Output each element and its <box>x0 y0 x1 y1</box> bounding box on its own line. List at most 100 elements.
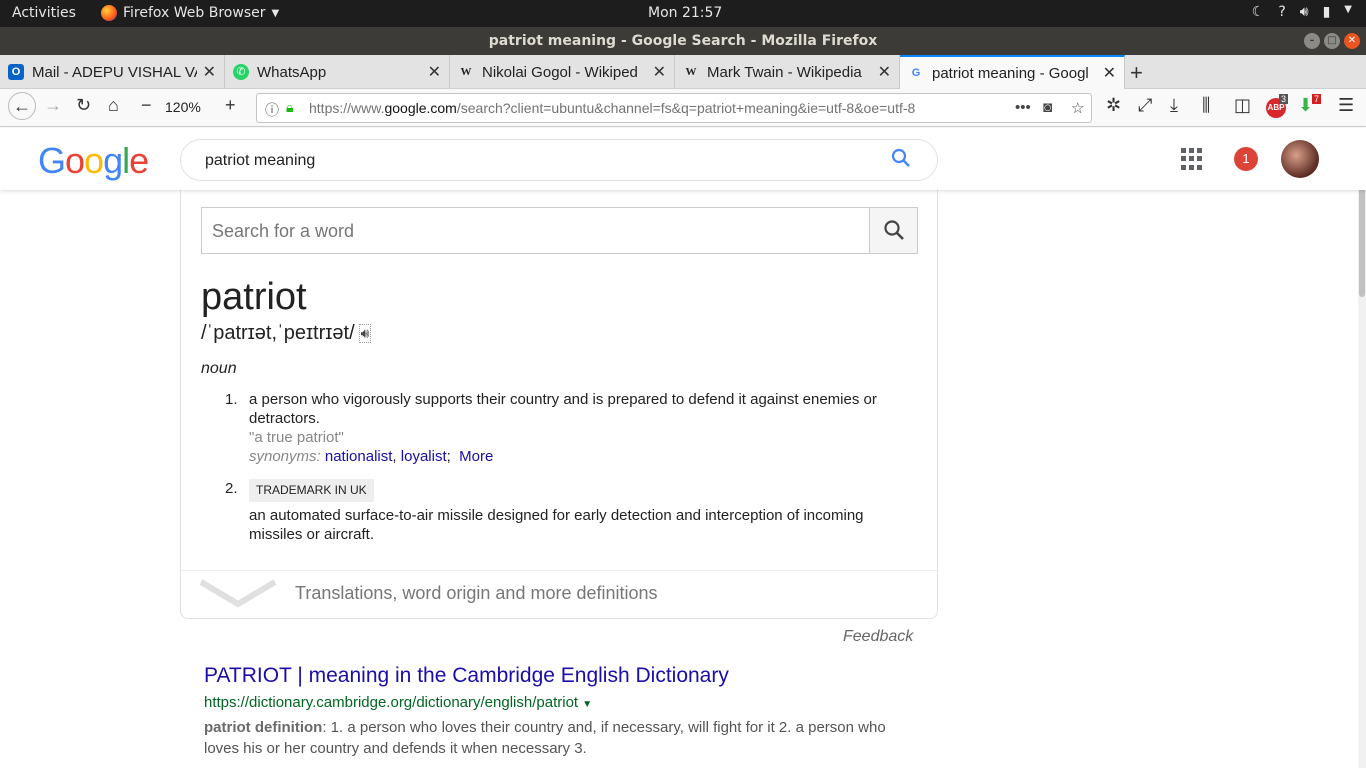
synonym-link[interactable]: loyalist <box>401 448 447 465</box>
close-icon[interactable]: ✕ <box>203 62 216 82</box>
tab-whatsapp[interactable]: ✆ WhatsApp ✕ <box>225 55 450 89</box>
close-icon[interactable]: ✕ <box>1103 63 1116 83</box>
chevron-down-icon <box>199 579 277 608</box>
headword: patriot <box>201 276 307 318</box>
bookmark-star-icon[interactable]: ☆ <box>1071 99 1084 117</box>
tab-label: WhatsApp <box>257 63 327 81</box>
definition-text: an automated surface-to-air missile desi… <box>249 507 864 543</box>
pocket-icon[interactable]: ◙ <box>1043 99 1052 116</box>
synonyms: synonyms: nationalist, loyalist; More <box>249 448 494 465</box>
night-light-icon: ☾ <box>1251 4 1265 20</box>
wikipedia-icon: W <box>460 66 472 78</box>
fullscreen-icon[interactable]: ⤢ <box>1138 95 1152 116</box>
feedback-link[interactable]: Feedback <box>843 628 913 646</box>
activities-button[interactable]: Activities <box>12 5 76 21</box>
more-synonyms-link[interactable]: More <box>459 448 493 465</box>
tab-gogol[interactable]: W Nikolai Gogol - Wikiped ✕ <box>450 55 675 89</box>
page-scrollbar[interactable] <box>1358 175 1366 768</box>
notification-badge[interactable]: 1 <box>1234 147 1258 171</box>
word-search-box[interactable]: Search for a word <box>201 207 918 254</box>
phonetic-text: /ˈpatrɪət,ˈpeɪtrɪət/ <box>201 322 355 344</box>
back-button[interactable]: ← <box>8 92 36 120</box>
more-definitions-toggle[interactable]: Translations, word origin and more defin… <box>199 578 658 608</box>
chevron-down-icon: ▼ <box>271 7 280 19</box>
tab-label: Mail - ADEPU VISHAL VA <box>32 63 197 81</box>
google-icon: G <box>911 67 921 79</box>
help-icon: ? <box>1278 4 1286 20</box>
app-menu[interactable]: Firefox Web Browser ▼ <box>101 5 279 21</box>
zoom-in-button[interactable]: + <box>225 95 236 116</box>
word-search-input[interactable]: Search for a word <box>212 221 354 242</box>
home-button[interactable]: ⌂ <box>108 95 119 116</box>
zoom-out-button[interactable]: − <box>141 95 152 116</box>
close-window-button[interactable]: ✕ <box>1344 33 1360 49</box>
close-icon[interactable]: ✕ <box>878 62 891 82</box>
clock[interactable]: Mon 21:57 <box>648 5 722 21</box>
sidebar-icon[interactable]: ◫ <box>1234 95 1251 116</box>
extension-gear-icon[interactable]: ✲ <box>1106 95 1121 116</box>
url-bar[interactable]: ⓘ 🔒︎ https://www.google.com/search?clien… <box>256 93 1092 123</box>
tab-google-active[interactable]: G patriot meaning - Googl ✕ <box>900 55 1125 89</box>
definition-1: 1. a person who vigorously supports thei… <box>225 390 905 466</box>
new-tab-button[interactable]: + <box>1130 60 1143 86</box>
definition-2: 2. TRADEMARK IN UK an automated surface-… <box>225 479 905 544</box>
tab-label: Mark Twain - Wikipedia <box>707 63 862 81</box>
outlook-icon: O <box>8 64 24 80</box>
lock-icon[interactable]: 🔒︎ <box>286 99 293 116</box>
google-search-box[interactable]: patriot meaning <box>180 139 938 181</box>
library-icon[interactable]: ⫼ <box>1202 95 1210 116</box>
speaker-icon[interactable]: 🔊︎ <box>358 324 372 343</box>
avatar[interactable] <box>1281 140 1319 178</box>
tab-label: patriot meaning - Googl <box>932 64 1089 82</box>
app-name: Firefox Web Browser <box>123 5 266 21</box>
zoom-level[interactable]: 120% <box>165 99 201 115</box>
definition-number: 2. <box>225 480 238 497</box>
battery-icon: ▮ <box>1322 4 1331 20</box>
google-header: Google patriot meaning 1 <box>0 128 1366 190</box>
whatsapp-icon: ✆ <box>233 64 249 80</box>
download-badge: 7 <box>1312 94 1322 104</box>
dictionary-card: Search for a word patriot /ˈpatrɪət,ˈpeɪ… <box>180 175 938 619</box>
adblock-badge: 3 <box>1279 94 1289 104</box>
url-text[interactable]: https://www.google.com/search?client=ubu… <box>309 100 915 116</box>
definition-number: 1. <box>225 391 238 408</box>
firefox-icon <box>101 5 117 21</box>
navigation-bar: ← → ↻ ⌂ − 120% + ⓘ 🔒︎ https://www.google… <box>0 89 1366 127</box>
download-helper-icon[interactable]: ⬇ <box>1298 95 1313 116</box>
system-top-bar: Activities Firefox Web Browser ▼ Mon 21:… <box>0 0 1366 27</box>
page-actions-icon[interactable]: ••• <box>1015 99 1031 116</box>
google-logo[interactable]: Google <box>38 140 149 182</box>
volume-icon: 🔊︎ <box>1299 4 1309 20</box>
scrollbar-thumb[interactable] <box>1359 175 1365 297</box>
result-snippet: patriot definition: 1. a person who love… <box>204 719 886 757</box>
synonym-link[interactable]: nationalist <box>325 448 393 465</box>
info-icon[interactable]: ⓘ <box>265 100 279 120</box>
part-of-speech: noun <box>201 360 237 377</box>
more-definitions-text: Translations, word origin and more defin… <box>295 582 658 603</box>
search-icon[interactable] <box>891 148 911 174</box>
maximize-button[interactable]: □ <box>1324 33 1340 49</box>
tab-bar: O Mail - ADEPU VISHAL VA ✕ ✆ WhatsApp ✕ … <box>0 55 1366 89</box>
tab-twain[interactable]: W Mark Twain - Wikipedia ✕ <box>675 55 900 89</box>
result-url[interactable]: https://dictionary.cambridge.org/diction… <box>204 694 924 711</box>
window-title: patriot meaning - Google Search - Mozill… <box>488 33 878 49</box>
forward-button[interactable]: → <box>44 95 62 116</box>
result-title-link[interactable]: PATRIOT | meaning in the Cambridge Engli… <box>204 664 924 688</box>
apps-grid-icon[interactable] <box>1181 148 1203 170</box>
menu-icon[interactable]: ☰ <box>1338 95 1354 116</box>
word-search-button[interactable] <box>869 208 917 253</box>
synonyms-label: synonyms: <box>249 448 321 465</box>
reload-button[interactable]: ↻ <box>76 95 91 116</box>
divider <box>181 570 937 571</box>
close-icon[interactable]: ✕ <box>653 62 666 82</box>
window-title-bar: patriot meaning - Google Search - Mozill… <box>0 27 1366 55</box>
example-text: "a true patriot" <box>249 429 344 446</box>
close-icon[interactable]: ✕ <box>428 62 441 82</box>
minimize-button[interactable]: – <box>1304 33 1320 49</box>
search-input[interactable]: patriot meaning <box>205 152 315 170</box>
system-tray[interactable]: ☾ ? 🔊︎ ▮ ▼ <box>1252 4 1352 20</box>
tab-mail[interactable]: O Mail - ADEPU VISHAL VA ✕ <box>0 55 225 89</box>
search-result: PATRIOT | meaning in the Cambridge Engli… <box>204 664 924 759</box>
dropdown-arrow-icon[interactable]: ▼ <box>582 699 592 710</box>
downloads-icon[interactable]: ⤓ <box>1170 95 1178 116</box>
